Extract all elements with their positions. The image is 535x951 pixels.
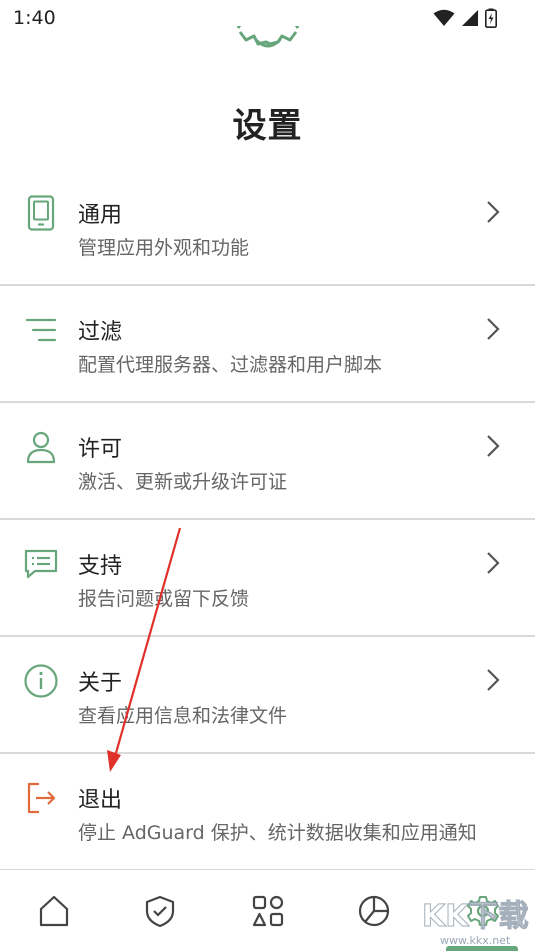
chevron-right-icon <box>487 318 500 340</box>
chevron-right-icon <box>487 435 500 457</box>
info-icon <box>24 664 58 698</box>
battery-icon <box>485 8 497 28</box>
settings-item-subtitle: 查看应用信息和法律文件 <box>78 705 288 727</box>
settings-item-exit[interactable]: 退出 停止 AdGuard 保护、统计数据收集和应用通知 <box>0 754 535 871</box>
settings-item-about[interactable]: 关于 查看应用信息和法律文件 <box>0 637 535 754</box>
apps-icon[interactable] <box>251 894 285 928</box>
settings-item-subtitle: 管理应用外观和功能 <box>78 237 250 259</box>
settings-item-title: 通用 <box>78 203 123 228</box>
chevron-right-icon <box>487 552 500 574</box>
chat-icon <box>24 549 58 579</box>
settings-item-subtitle: 激活、更新或升级许可证 <box>78 471 288 493</box>
phone-icon <box>27 195 55 231</box>
user-icon <box>26 431 56 464</box>
filter-icon <box>25 318 57 342</box>
settings-item-title: 过滤 <box>78 320 123 345</box>
settings-item-support[interactable]: 支持 报告问题或留下反馈 <box>0 520 535 637</box>
chevron-right-icon <box>487 669 500 691</box>
status-time: 1:40 <box>13 7 56 29</box>
settings-item-subtitle: 配置代理服务器、过滤器和用户脚本 <box>78 354 383 376</box>
chevron-right-icon <box>487 201 500 223</box>
settings-item-title: 许可 <box>78 437 123 462</box>
settings-item-subtitle: 停止 AdGuard 保护、统计数据收集和应用通知 <box>78 822 477 844</box>
home-icon[interactable] <box>37 894 71 928</box>
settings-item-title: 退出 <box>78 788 123 813</box>
svg-text:www.kkx.net: www.kkx.net <box>440 934 511 947</box>
page-title: 设置 <box>232 106 303 146</box>
settings-item-license[interactable]: 许可 激活、更新或升级许可证 <box>0 403 535 520</box>
settings-item-filtering[interactable]: 过滤 配置代理服务器、过滤器和用户脚本 <box>0 286 535 403</box>
watermark-logo: KK下载 www.kkx.net <box>422 899 530 948</box>
exit-icon <box>27 782 56 814</box>
stats-icon[interactable] <box>357 894 391 928</box>
signal-icon <box>462 10 478 26</box>
settings-item-title: 支持 <box>78 554 123 579</box>
settings-item-general[interactable]: 通用 管理应用外观和功能 <box>0 169 535 286</box>
settings-item-subtitle: 报告问题或留下反馈 <box>78 588 250 610</box>
settings-header-icon <box>236 26 300 48</box>
status-icons <box>433 6 497 30</box>
wifi-icon <box>433 9 455 26</box>
settings-item-title: 关于 <box>78 671 123 696</box>
settings-list: 通用 管理应用外观和功能 过滤 配置代理服务器、过滤器和用户脚本 许可 激活、更… <box>0 169 535 871</box>
svg-text:KK下载: KK下载 <box>422 899 529 934</box>
shield-icon[interactable] <box>143 894 177 928</box>
